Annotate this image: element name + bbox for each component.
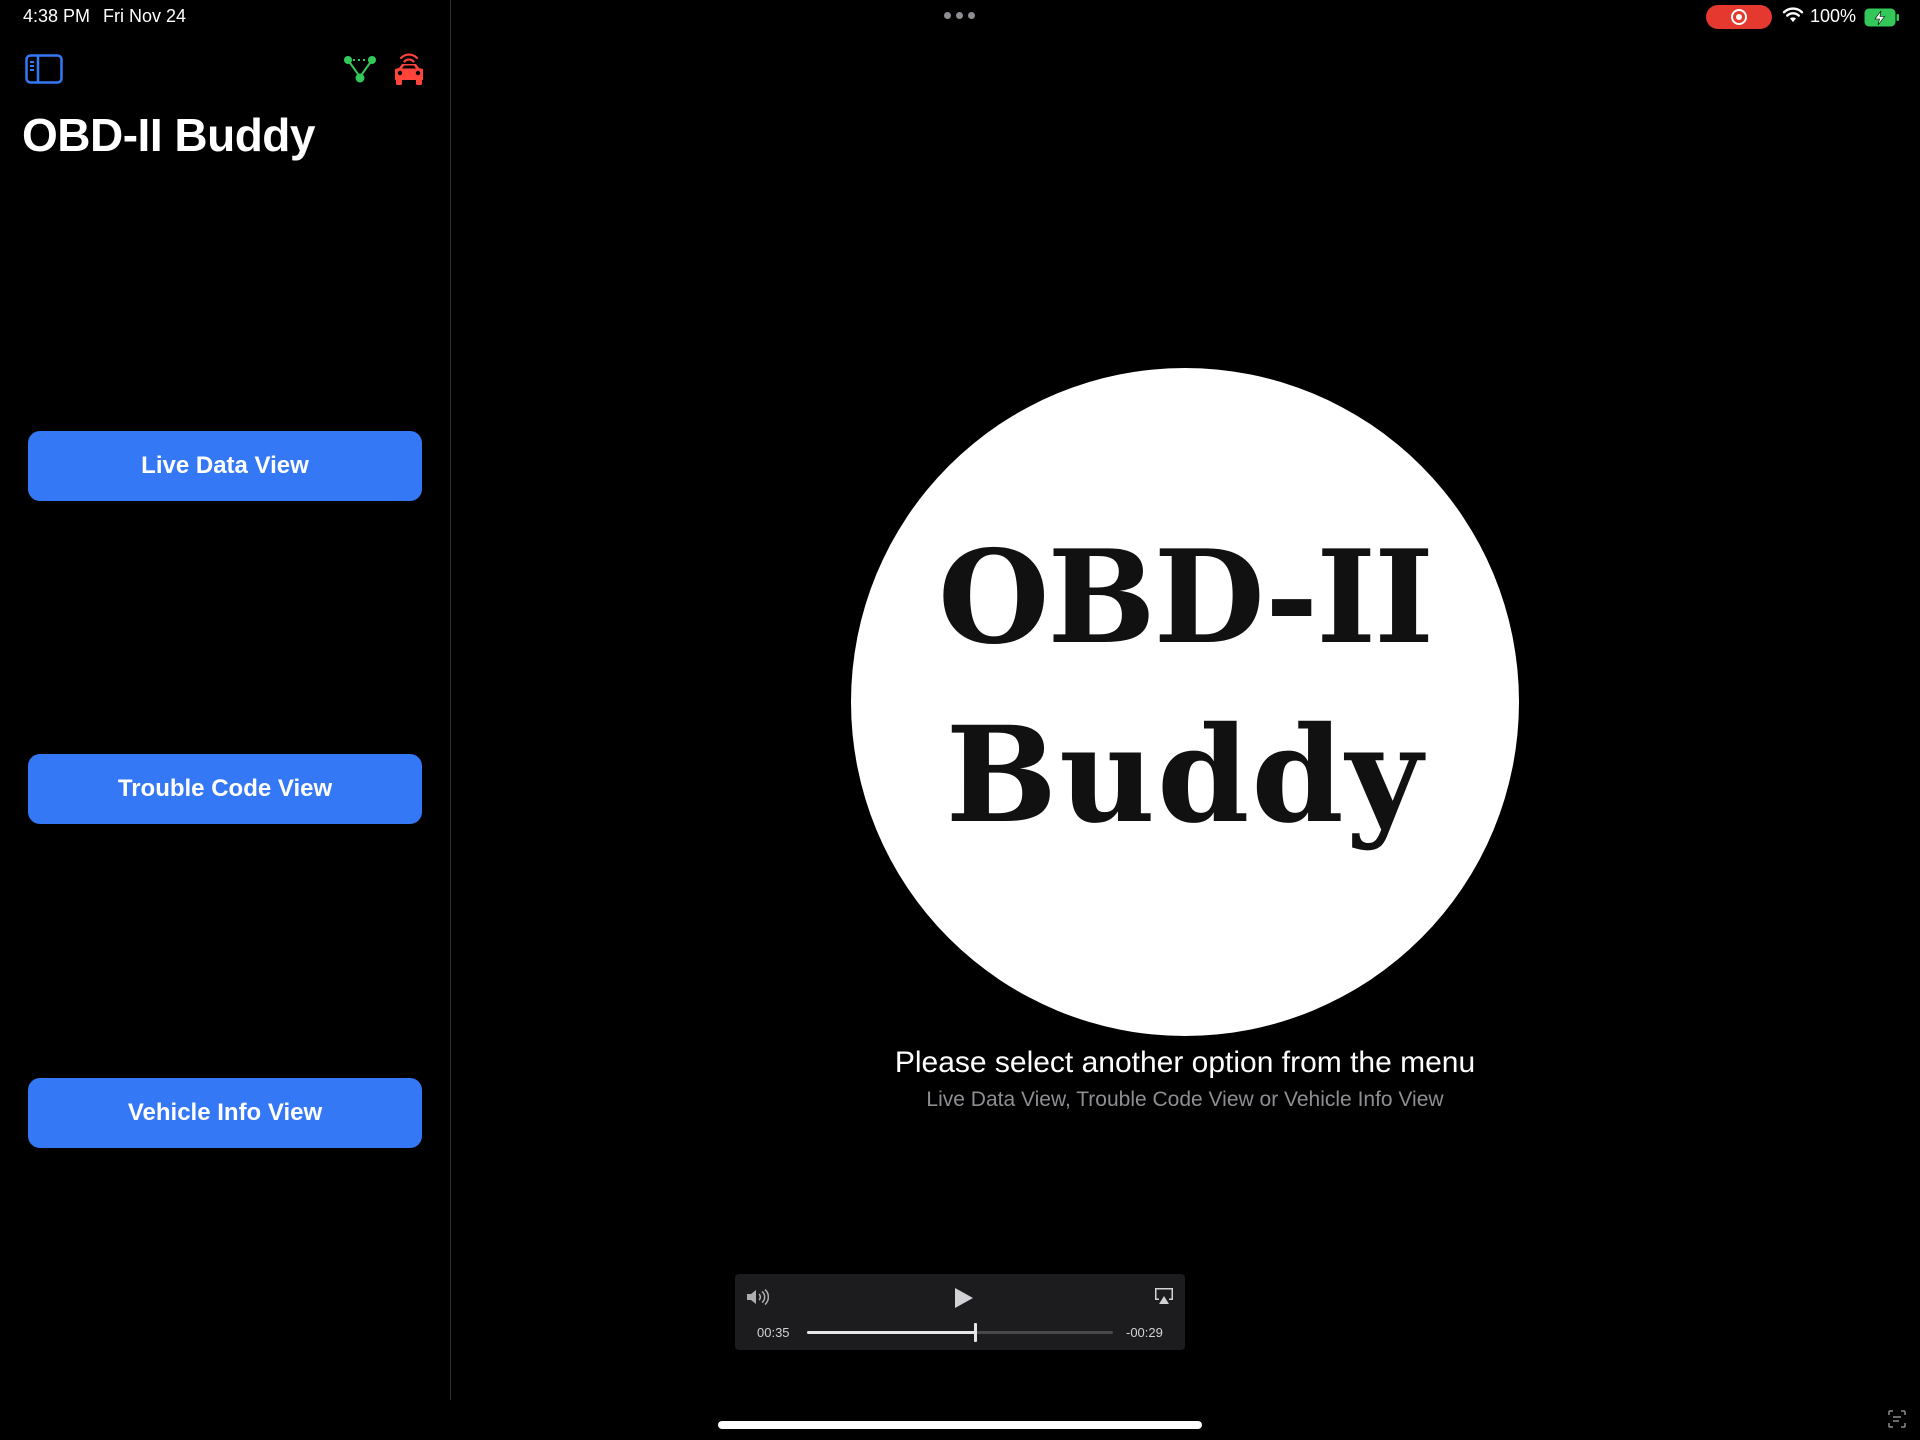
scrubber-thumb[interactable] <box>974 1323 978 1342</box>
trouble-code-view-button[interactable]: Trouble Code View <box>28 754 422 824</box>
screen-record-icon[interactable] <box>1706 5 1772 29</box>
app-title: OBD-II Buddy <box>22 109 315 161</box>
play-icon[interactable] <box>951 1286 975 1310</box>
multitasking-dots-icon[interactable] <box>944 12 975 19</box>
playback-progress <box>807 1331 976 1334</box>
logo-line-1: OBD-II <box>938 523 1434 673</box>
vehicle-info-view-button[interactable]: Vehicle Info View <box>28 1078 422 1148</box>
airplay-icon[interactable] <box>1154 1287 1174 1305</box>
app-screen: 4:38 PM Fri Nov 24 100% OBD-II Buddy Liv… <box>0 0 1920 1440</box>
remaining-time: -00:29 <box>1126 1325 1163 1340</box>
sidebar: OBD-II Buddy Live Data View Trouble Code… <box>0 0 451 1400</box>
car-icon[interactable] <box>390 50 428 88</box>
playback-scrubber[interactable] <box>807 1323 1113 1342</box>
wifi-icon <box>1782 7 1804 22</box>
logo-line-2: Buddy <box>945 698 1425 853</box>
live-data-view-button[interactable]: Live Data View <box>28 431 422 501</box>
media-player: 00:35 -00:29 <box>735 1274 1185 1350</box>
live-text-icon[interactable] <box>1888 1410 1906 1428</box>
connection-status-icon[interactable] <box>343 52 377 86</box>
select-option-message: Please select another option from the me… <box>894 1046 1476 1079</box>
battery-charging-icon <box>1864 8 1899 27</box>
app-logo: OBD-II Buddy <box>851 368 1519 1036</box>
battery-percentage: 100% <box>1810 6 1857 26</box>
volume-icon[interactable] <box>745 1288 769 1306</box>
home-indicator[interactable] <box>718 1421 1202 1429</box>
select-option-hint: Live Data View, Trouble Code View or Veh… <box>926 1088 1444 1111</box>
sidebar-toggle-icon[interactable] <box>25 54 63 84</box>
elapsed-time: 00:35 <box>757 1325 790 1340</box>
